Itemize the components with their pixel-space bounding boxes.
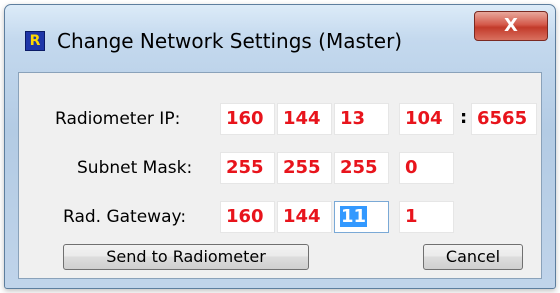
window-title: Change Network Settings (Master)	[57, 29, 403, 53]
dialog-window: R Change Network Settings (Master) X Rad…	[4, 4, 556, 289]
dialog-content: Radiometer IP: 160 144 13 104 : 6565 Sub…	[18, 72, 542, 279]
subnet-mask-octet-4[interactable]: 0	[399, 152, 454, 184]
rad-gateway-octet-1[interactable]: 160	[220, 201, 275, 233]
selected-text: 11	[340, 206, 368, 227]
radiometer-ip-octet-2[interactable]: 144	[277, 103, 332, 135]
subnet-mask-octet-1[interactable]: 255	[220, 152, 275, 184]
subnet-mask-label: Subnet Mask:	[77, 158, 193, 178]
subnet-mask-octet-2[interactable]: 255	[277, 152, 332, 184]
subnet-mask-octet-3[interactable]: 255	[334, 152, 389, 184]
cancel-button[interactable]: Cancel	[423, 244, 523, 270]
rad-gateway-octet-4[interactable]: 1	[399, 201, 454, 233]
radiometer-ip-octet-1[interactable]: 160	[220, 103, 275, 135]
port-separator: :	[460, 107, 468, 128]
title-bar[interactable]: R Change Network Settings (Master) X	[5, 5, 555, 73]
radiometer-app-icon: R	[25, 31, 45, 51]
rad-gateway-octet-2[interactable]: 144	[277, 201, 332, 233]
radiometer-ip-octet-4[interactable]: 104	[399, 103, 454, 135]
rad-gateway-octet-3[interactable]: 11	[334, 201, 389, 233]
radiometer-ip-label: Radiometer IP:	[55, 109, 181, 129]
radiometer-port-field[interactable]: 6565	[471, 103, 537, 135]
radiometer-ip-octet-3[interactable]: 13	[334, 103, 389, 135]
rad-gateway-label: Rad. Gateway:	[63, 207, 187, 227]
close-button[interactable]: X	[474, 11, 548, 41]
send-to-radiometer-button[interactable]: Send to Radiometer	[63, 244, 309, 270]
